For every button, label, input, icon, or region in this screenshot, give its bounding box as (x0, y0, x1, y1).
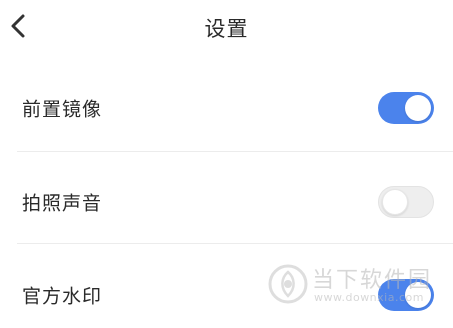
setting-row-official-watermark: 官方水印 (0, 249, 453, 328)
page-title: 设置 (204, 17, 249, 41)
official-watermark-toggle[interactable] (378, 279, 434, 311)
shutter-sound-toggle[interactable] (378, 186, 434, 218)
setting-row-front-mirror: 前置镜像 (0, 62, 453, 154)
settings-screen: 设置 前置镜像 拍照声音 官方水印 当下软件园 www.downxia.com (0, 0, 453, 328)
divider (17, 151, 453, 152)
setting-label: 前置镜像 (22, 98, 103, 121)
setting-label: 官方水印 (22, 285, 103, 308)
toggle-knob (405, 282, 431, 308)
setting-row-shutter-sound: 拍照声音 (0, 156, 453, 248)
header-bar: 设置 (0, 0, 453, 56)
divider (17, 243, 453, 244)
front-mirror-toggle[interactable] (378, 92, 434, 124)
toggle-knob (405, 95, 431, 121)
setting-label: 拍照声音 (22, 192, 103, 215)
toggle-knob (382, 189, 408, 215)
